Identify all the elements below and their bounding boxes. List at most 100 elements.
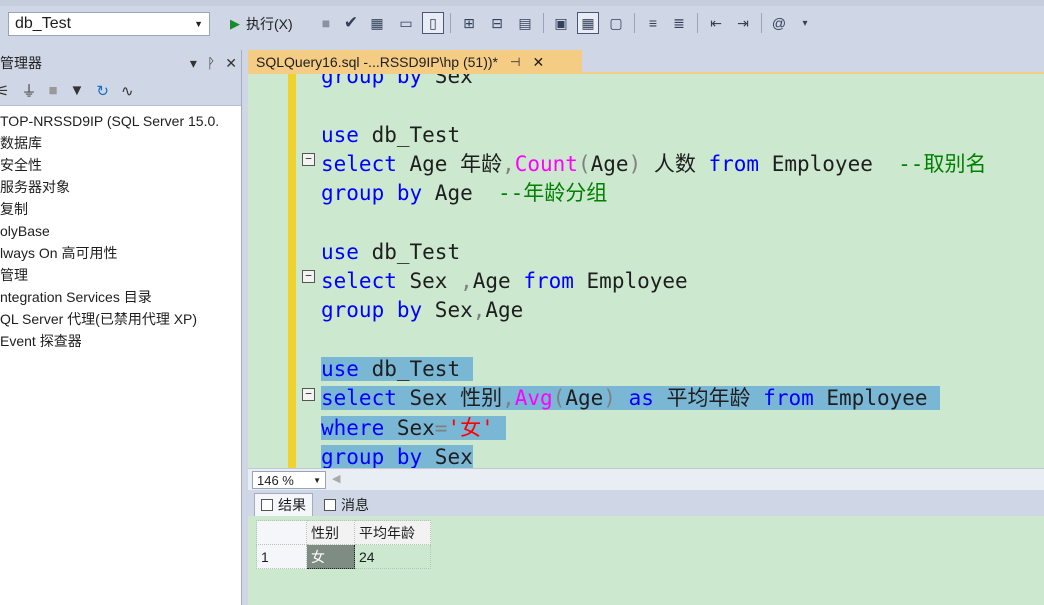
query-options-icon[interactable]: ⊟ [486, 12, 508, 34]
code-line: group by Sex [321, 444, 473, 468]
toolbar-separator [634, 13, 635, 33]
zoom-value: 146 % [257, 472, 294, 488]
code-line: select Sex 性别,Avg(Age) as 平均年龄 from Empl… [321, 386, 941, 411]
grid-cell[interactable]: 女 [306, 544, 355, 569]
query-editor[interactable]: − − − group by Sex use db_Test select Ag… [248, 74, 1044, 468]
close-icon[interactable]: ✕ [225, 55, 237, 72]
tree-item-xevent-profiler[interactable]: Event 探查器 [0, 330, 241, 352]
results-file-icon[interactable]: ▢ [605, 12, 627, 34]
tab-title: SQLQuery16.sql -...RSSD9IP\hp (51))* [256, 54, 498, 70]
tree-item-integration-services[interactable]: ntegration Services 目录 [0, 286, 241, 308]
tab-sqlquery16[interactable]: SQLQuery16.sql -...RSSD9IP\hp (51))* ⊣ ✕ [248, 50, 582, 74]
tree-item-databases[interactable]: 数据库 [0, 132, 241, 154]
tab-results-label: 结果 [278, 497, 306, 513]
play-icon: ▶ [230, 16, 240, 31]
toolbar-overflow-icon[interactable]: ▾ [794, 12, 816, 34]
execute-label: 执行(X) [246, 16, 293, 32]
cancel-query-icon[interactable]: ▦ [366, 12, 388, 34]
column-header[interactable]: 性别 [306, 520, 355, 545]
tab-messages-label: 消息 [341, 496, 369, 513]
sql-code: group by Sex use db_Test select Age 年龄,C… [321, 74, 986, 468]
grid-corner[interactable] [256, 520, 307, 545]
tree-item-polybase[interactable]: olyBase [0, 220, 241, 242]
zoom-dropdown[interactable]: 146 % ▼ [252, 471, 326, 489]
editor-status-bar: 146 % ▼ ◀ [248, 468, 1044, 490]
change-tracking-bar [288, 74, 296, 468]
code-line: use db_Test [321, 356, 473, 381]
specify-values-icon[interactable]: @ [768, 12, 790, 34]
object-explorer-header: 管理器 ▾ ᚹ ✕ [0, 50, 241, 76]
tree-item-server-objects[interactable]: 服务器对象 [0, 176, 241, 198]
refresh-icon[interactable]: ↻ [96, 82, 109, 100]
pin-icon[interactable]: ᚹ [207, 55, 215, 72]
code-line: use db_Test [321, 122, 461, 147]
increase-indent-icon[interactable]: ⇥ [732, 12, 754, 34]
code-line: group by Age --年龄分组 [321, 181, 608, 206]
activity-monitor-icon[interactable]: ∿ [121, 82, 134, 100]
tree-item-management[interactable]: 管理 [0, 264, 241, 286]
results-to-grid-icon[interactable]: ▯ [422, 12, 444, 34]
code-line: select Sex ,Age from Employee [321, 269, 688, 294]
row-number[interactable]: 1 [256, 544, 307, 569]
results-grid: 性别 平均年龄 1 女 24 [256, 520, 431, 569]
object-explorer: 管理器 ▾ ᚹ ✕ ⚟ ⏚ ■ ▼ ↻ ∿ TOP-NRSSD9IP (SQL … [0, 50, 242, 605]
code-line: group by Sex [321, 74, 473, 88]
tree-item-always-on[interactable]: lways On 高可用性 [0, 242, 241, 264]
toolbar-separator [450, 13, 451, 33]
estimated-plan-icon[interactable]: ⊞ [458, 12, 480, 34]
chevron-down-icon: ▼ [194, 19, 203, 29]
decrease-indent-icon[interactable]: ⇤ [705, 12, 727, 34]
toolbar-separator [761, 13, 762, 33]
toolbar-top-strip [0, 0, 1044, 6]
object-explorer-toolbar: ⚟ ⏚ ■ ▼ ↻ ∿ [0, 76, 241, 106]
code-line: use db_Test [321, 239, 461, 264]
results-tab-bar: 结果 消息 [248, 490, 1044, 516]
collapse-icon[interactable]: − [302, 153, 315, 166]
stop-icon[interactable]: ■ [315, 12, 337, 34]
object-explorer-tree: TOP-NRSSD9IP (SQL Server 15.0. 数据库 安全性 服… [0, 106, 241, 352]
close-icon[interactable]: ✕ [532, 54, 544, 71]
tab-results[interactable]: 结果 [254, 493, 313, 516]
toolbar-separator [697, 13, 698, 33]
intellisense-icon[interactable]: ▤ [514, 12, 536, 34]
pin-icon[interactable]: ⊣ [510, 55, 520, 69]
tree-item-security[interactable]: 安全性 [0, 154, 241, 176]
stop-icon[interactable]: ■ [48, 82, 57, 99]
uncomment-lines-icon[interactable]: ≣ [668, 12, 690, 34]
table-row: 1 女 24 [256, 544, 431, 569]
column-header[interactable]: 平均年龄 [354, 520, 431, 545]
parse-check-icon[interactable]: ✔ [340, 12, 362, 34]
tree-item-sql-agent[interactable]: QL Server 代理(已禁用代理 XP) [0, 308, 241, 330]
results-pane: 结果 消息 性别 平均年龄 1 女 24 [248, 490, 1044, 605]
message-icon [324, 498, 336, 511]
collapse-icon[interactable]: − [302, 270, 315, 283]
chevron-down-icon: ▼ [313, 475, 321, 485]
tree-item-server[interactable]: TOP-NRSSD9IP (SQL Server 15.0. [0, 110, 241, 132]
include-plan-icon[interactable]: ▣ [550, 12, 572, 34]
window-position-icon[interactable]: ▾ [190, 55, 197, 72]
tree-item-replication[interactable]: 复制 [0, 198, 241, 220]
document-area: SQLQuery16.sql -...RSSD9IP\hp (51))* ⊣ ✕… [248, 50, 1044, 605]
database-selector[interactable]: db_Test ▼ [8, 12, 210, 36]
collapse-icon[interactable]: − [302, 388, 315, 401]
database-selector-value: db_Test [15, 15, 72, 32]
code-line: group by Sex,Age [321, 298, 524, 323]
connect-icon[interactable]: ⚟ [0, 82, 9, 100]
document-tab-bar: SQLQuery16.sql -...RSSD9IP\hp (51))* ⊣ ✕ [248, 50, 1044, 74]
code-line: where Sex='女' [321, 414, 986, 443]
execute-button[interactable]: ▶ 执行(X) [230, 11, 293, 37]
grid-icon [261, 499, 273, 511]
disconnect-icon[interactable]: ⏚ [21, 80, 36, 101]
filter-icon[interactable]: ▼ [70, 82, 85, 99]
grid-cell[interactable]: 24 [354, 544, 431, 569]
results-grid-icon[interactable]: ▦ [577, 12, 599, 34]
code-line: select Age 年龄,Count(Age) 人数 from Employe… [321, 151, 987, 176]
tab-messages[interactable]: 消息 [318, 493, 375, 516]
results-to-text-icon[interactable]: ▭ [395, 12, 417, 34]
comment-lines-icon[interactable]: ≡ [642, 12, 664, 34]
scroll-left-icon[interactable]: ◀ [332, 472, 340, 485]
toolbar-separator [543, 13, 544, 33]
